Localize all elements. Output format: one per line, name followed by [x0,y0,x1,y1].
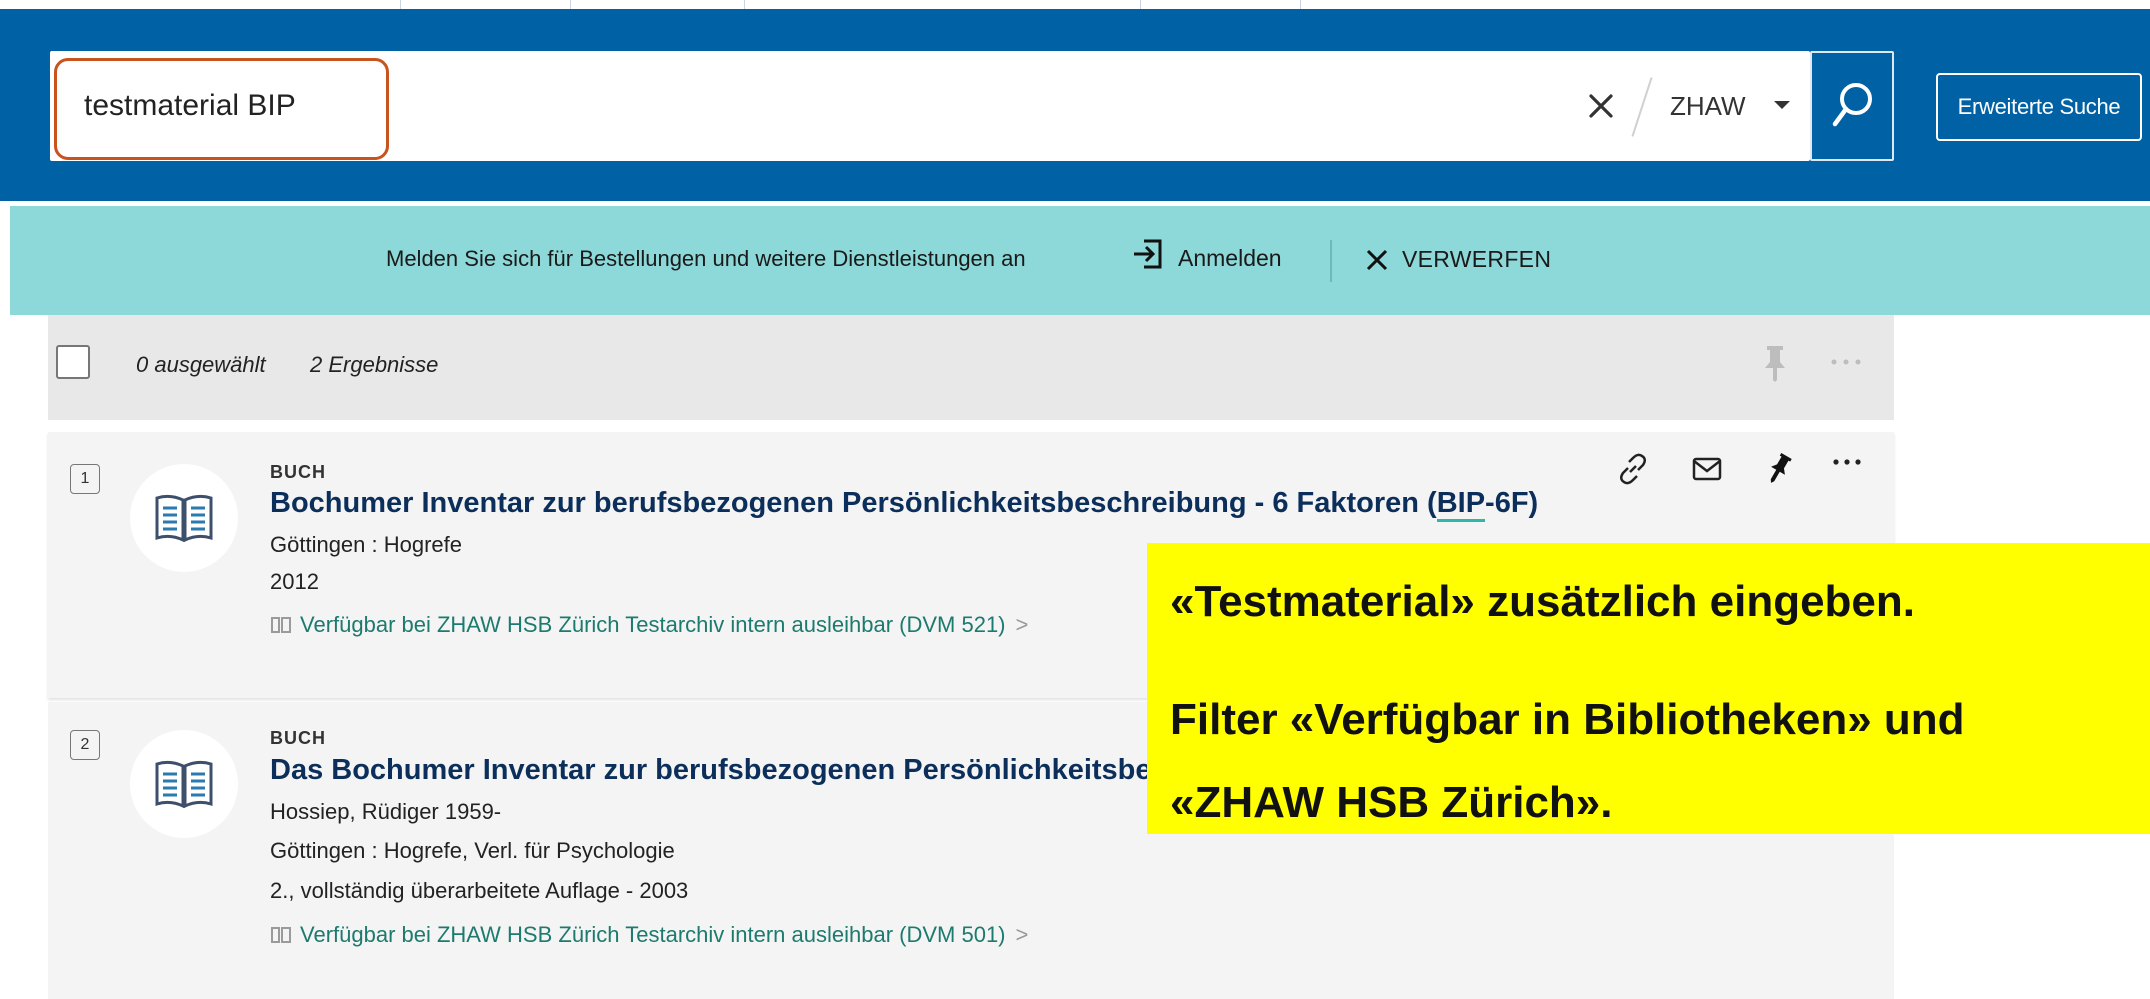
title-match-highlight: BIP [1436,487,1486,522]
login-icon[interactable] [1130,236,1166,272]
result-count: 2 Ergebnisse [310,352,439,377]
material-type: BUCH [270,728,326,748]
banner-divider [1330,240,1332,282]
title-text: Bochumer Inventar zur berufsbezogenen Pe… [270,487,1437,519]
login-link[interactable]: Anmelden [1178,245,1282,272]
result-title[interactable]: Das Bochumer Inventar zur berufsbezogene… [270,754,1184,787]
availability-link[interactable]: Verfügbar bei ZHAW HSB Zürich Testarchiv… [270,612,1028,638]
callout-text: «ZHAW HSB Zürich». [1170,778,1613,827]
book-icon [154,494,214,547]
result-thumbnail [130,730,238,838]
search-button[interactable] [1810,51,1894,161]
advanced-search-button[interactable]: Erweiterte Suche [1936,73,2142,141]
login-banner [10,206,2150,315]
chevron-right-icon: > [1015,612,1029,637]
availability-link[interactable]: Verfügbar bei ZHAW HSB Zürich Testarchiv… [270,922,1028,948]
search-icon [1830,79,1876,138]
scope-select[interactable]: ZHAW [1670,91,1746,122]
clear-icon[interactable] [1578,83,1624,129]
material-type: BUCH [270,462,326,482]
result-edition: 2., vollständig überarbeitete Auflage - … [270,878,689,903]
result-publisher: Göttingen : Hogrefe, Verl. für Psycholog… [270,838,675,863]
nav-divider [570,0,571,9]
nav-divider [744,0,745,9]
availability-text: Verfügbar bei ZHAW HSB Zürich Testarchiv… [300,612,1006,637]
search-highlight-annotation [54,58,389,160]
selected-count: 0 ausgewählt [136,352,266,377]
pin-icon[interactable] [1758,343,1792,383]
callout-text: «Testmaterial» zusätzlich eingeben. [1170,577,1915,626]
select-all-checkbox[interactable] [56,345,90,379]
callout-text: Filter «Verfügbar in Bibliotheken» und [1170,695,1965,744]
availability-text: Verfügbar bei ZHAW HSB Zürich Testarchiv… [300,922,1006,947]
nav-divider [400,0,401,9]
nav-divider [1140,0,1141,9]
more-icon[interactable] [1828,452,1866,490]
result-index: 1 [70,464,100,494]
result-thumbnail [130,464,238,572]
result-index: 2 [70,730,100,760]
title-text: -6F) [1485,487,1539,519]
mail-icon[interactable] [1688,450,1726,488]
result-date: 2012 [270,569,319,594]
pin-icon[interactable] [1760,450,1798,488]
link-icon[interactable] [1614,450,1652,488]
chevron-right-icon: > [1015,922,1029,947]
more-icon[interactable] [1826,352,1866,372]
top-nav-strip [0,0,2150,9]
book-icon [154,760,214,813]
result-author: Hossiep, Rüdiger 1959- [270,799,502,824]
result-publisher: Göttingen : Hogrefe [270,532,463,557]
availability-book-icon [270,614,292,633]
caret-down-icon[interactable] [1772,98,1792,116]
login-message: Melden Sie sich für Bestellungen und wei… [386,246,1026,271]
result-title[interactable]: Bochumer Inventar zur berufsbezogenen Pe… [270,487,1539,522]
dismiss-button[interactable]: VERWERFEN [1402,246,1551,273]
nav-divider [1300,0,1301,9]
close-icon[interactable] [1362,245,1392,275]
availability-book-icon [270,924,292,943]
